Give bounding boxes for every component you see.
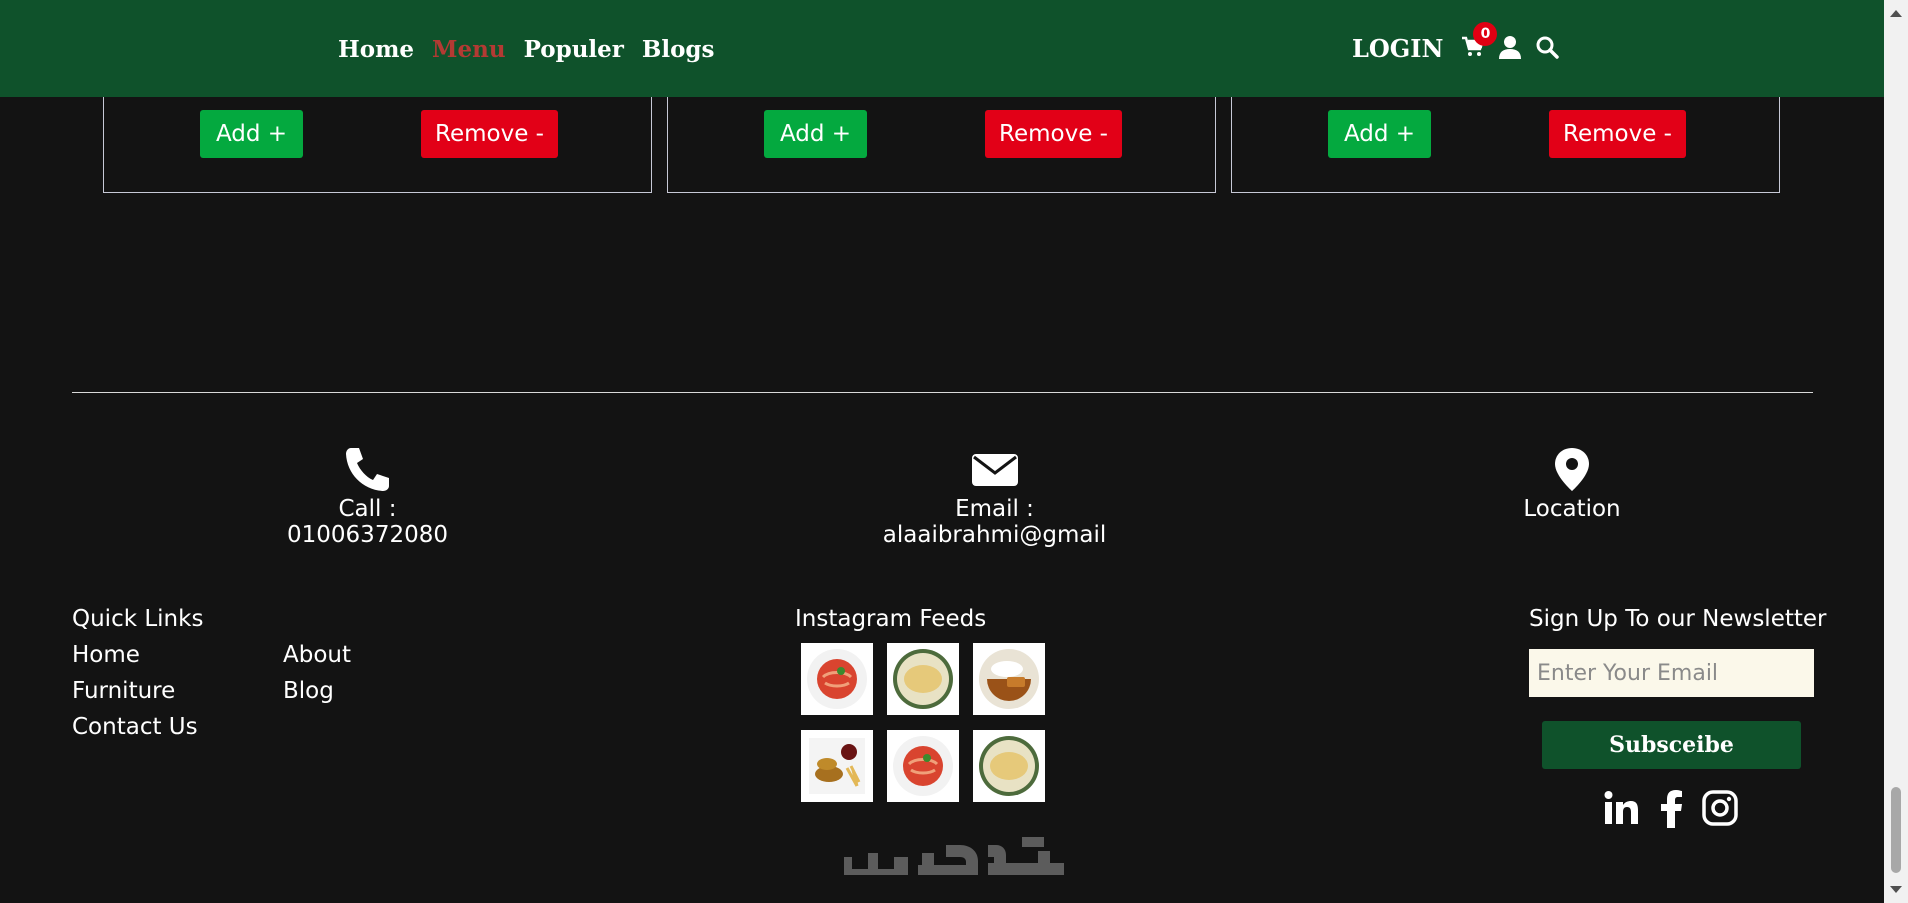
location-text: Location [1523,496,1621,522]
product-card-2: Add + Remove - [667,97,1216,193]
contact-location: Location [1522,446,1622,522]
call-text: Call : 01006372080 [287,496,448,548]
product-card-3: Add + Remove - [1231,97,1780,193]
user-icon[interactable] [1499,35,1522,63]
quick-links-title: Quick Links [72,606,204,632]
email-text: Email : alaaibrahmi@gmail [882,496,1107,548]
khamsat-watermark-logo [838,835,1070,893]
insta-image-curry-rice[interactable] [973,643,1045,715]
insta-image-omelette[interactable] [887,643,959,715]
contact-call: Call : 01006372080 [260,446,475,548]
footer-link-contact-us[interactable]: Contact Us [72,714,198,740]
nav-links: Home Menu Populer Blogs [338,36,714,63]
nav-right: LOGIN 0 [1352,21,1560,63]
add-button[interactable]: Add + [1328,110,1431,158]
footer-link-home[interactable]: Home [72,642,140,668]
linkedin-icon[interactable] [1603,790,1639,830]
scroll-thumb[interactable] [1891,787,1901,873]
nav-link-home[interactable]: Home [338,36,414,63]
insta-image-pasta[interactable] [801,643,873,715]
insta-image-pasta-2[interactable] [887,730,959,802]
newsletter-email-input[interactable] [1529,649,1814,697]
nav-link-populer[interactable]: Populer [524,36,624,63]
scroll-up-arrow-icon[interactable] [1890,10,1902,17]
scroll-down-arrow-icon[interactable] [1890,886,1902,893]
add-button[interactable]: Add + [764,110,867,158]
top-navbar: Home Menu Populer Blogs LOGIN 0 [0,0,1884,97]
envelope-icon [971,454,1018,486]
remove-button[interactable]: Remove - [985,110,1122,158]
login-link[interactable]: LOGIN [1352,34,1443,63]
add-button[interactable]: Add + [200,110,303,158]
nav-link-menu[interactable]: Menu [432,36,506,63]
instagram-feeds-title: Instagram Feeds [795,606,987,632]
facebook-icon[interactable] [1658,790,1684,832]
insta-image-omelette-2[interactable] [973,730,1045,802]
footer-link-furniture[interactable]: Furniture [72,678,175,704]
phone-icon [345,448,389,491]
newsletter-title: Sign Up To our Newsletter [1529,606,1827,632]
insta-image-fried-chicken[interactable] [801,730,873,802]
subscribe-button[interactable]: Subsceibe [1542,721,1801,769]
instagram-icon[interactable] [1702,790,1738,830]
remove-button[interactable]: Remove - [421,110,558,158]
location-pin-icon [1555,448,1589,491]
cart-icon[interactable]: 0 [1461,21,1498,62]
nav-link-blogs[interactable]: Blogs [642,36,715,63]
footer-link-blog[interactable]: Blog [283,678,334,704]
product-card-1: Add + Remove - [103,97,652,193]
footer-link-about[interactable]: About [283,642,351,668]
search-icon[interactable] [1535,35,1560,63]
contact-email: Email : alaaibrahmi@gmail [852,446,1137,548]
cart-count-badge: 0 [1473,21,1498,46]
footer-divider [72,392,1813,393]
remove-button[interactable]: Remove - [1549,110,1686,158]
page-scrollbar[interactable] [1884,0,1908,903]
instagram-grid [801,643,1045,802]
